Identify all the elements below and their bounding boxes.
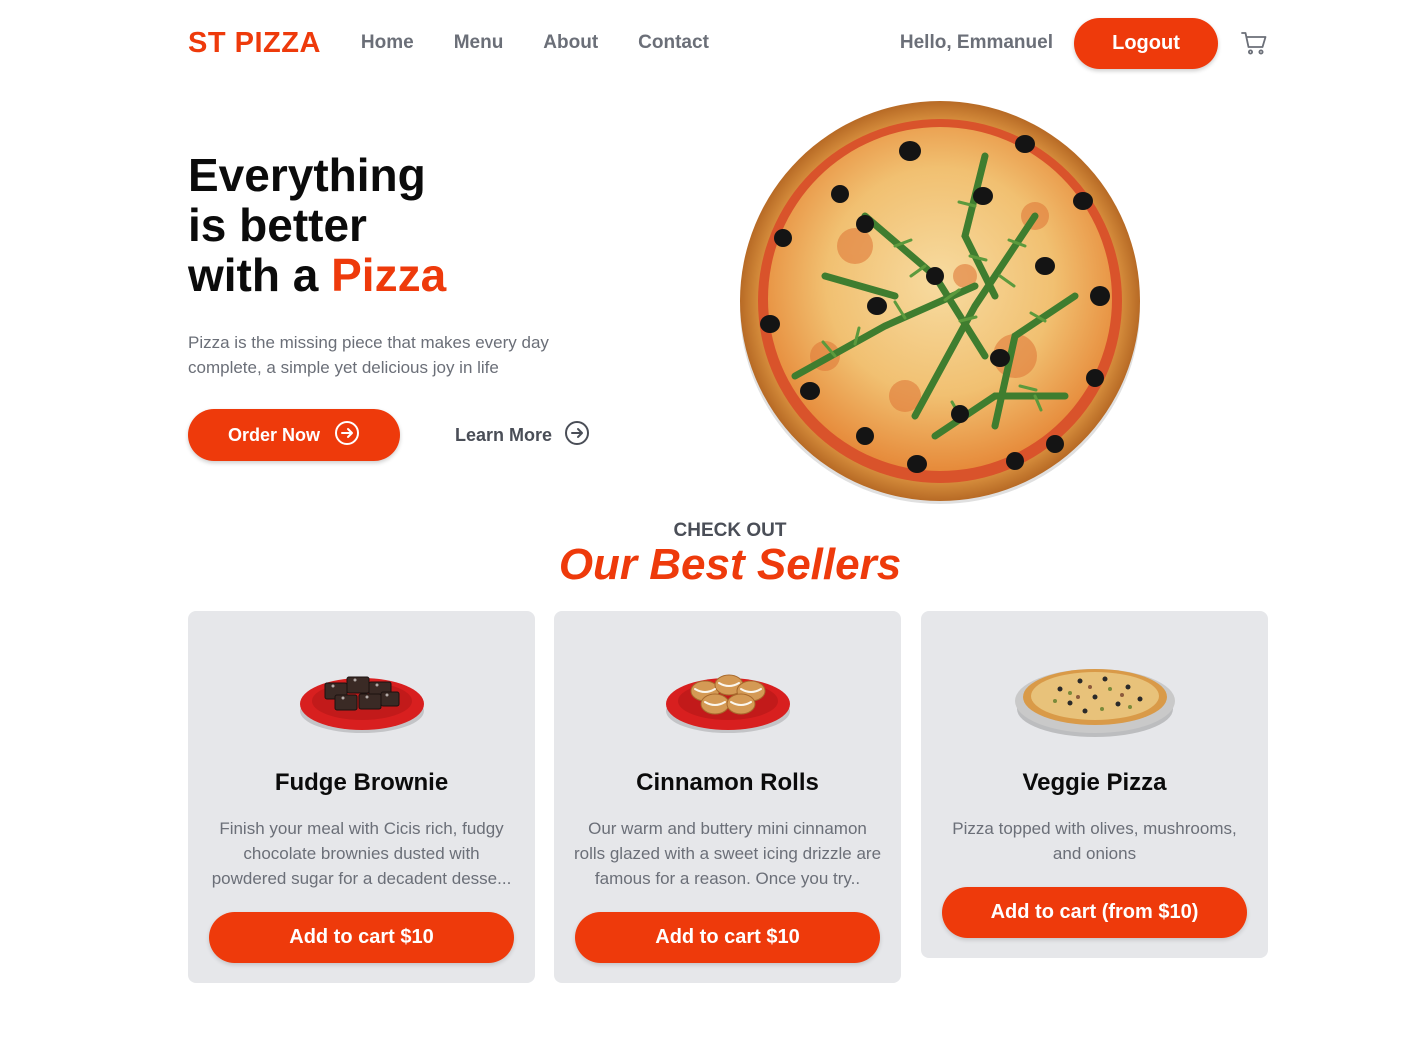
- hero-pizza-image: [740, 101, 1140, 504]
- nav-links: Home Menu About Contact: [361, 32, 709, 54]
- section-title: Our Best Sellers: [558, 540, 902, 589]
- product-card-veggie-pizza: Veggie Pizza Pizza topped with olives, m…: [921, 611, 1268, 958]
- product-description: Pizza topped with olives, mushrooms, and…: [952, 819, 1237, 863]
- nav-link-menu[interactable]: Menu: [454, 32, 504, 54]
- learn-more-label: Learn More: [455, 424, 553, 445]
- nav-link-home[interactable]: Home: [361, 32, 414, 54]
- product-image: [1014, 669, 1175, 737]
- site-logo[interactable]: ST PIZZA: [188, 27, 321, 60]
- section-kicker: CHECK OUT: [673, 520, 787, 541]
- add-to-cart-button[interactable]: Add to cart $10: [575, 912, 880, 963]
- nav-link-about[interactable]: About: [543, 32, 598, 54]
- cart-icon[interactable]: [1240, 29, 1268, 57]
- user-greeting: Hello, Emmanuel: [899, 32, 1053, 53]
- hero-title-line3-prefix: with a: [188, 249, 319, 301]
- product-name: Cinnamon Rolls: [636, 769, 819, 796]
- add-to-cart-button[interactable]: Add to cart $10: [209, 912, 514, 963]
- product-card-cinnamon-rolls: Cinnamon Rolls Our warm and buttery mini…: [554, 611, 901, 983]
- product-description: Finish your meal with Cicis rich, fudgy …: [211, 819, 512, 888]
- hero-subtitle: Pizza is the missing piece that makes ev…: [188, 333, 549, 377]
- product-name: Fudge Brownie: [274, 769, 449, 796]
- product-description: Our warm and buttery mini cinnamon rolls…: [573, 819, 882, 888]
- navbar: ST PIZZA Home Menu About Contact Hello, …: [188, 17, 1268, 69]
- nav-user-area: Hello, Emmanuel Logout: [899, 17, 1268, 69]
- logout-button[interactable]: Logout: [1074, 17, 1218, 69]
- add-to-cart-button[interactable]: Add to cart (from $10): [942, 887, 1247, 938]
- learn-more-button[interactable]: Learn More: [455, 417, 590, 453]
- arrow-circle-right-icon: [564, 420, 590, 451]
- product-image: [665, 674, 790, 733]
- hero-title-line1: Everything: [188, 149, 426, 201]
- product-image: [299, 676, 424, 733]
- hero-title: Everything is better with a Pizza: [188, 150, 446, 300]
- order-now-button[interactable]: Order Now: [188, 409, 400, 461]
- hero-title-accent: Pizza: [331, 249, 447, 301]
- product-name: Veggie Pizza: [1022, 769, 1167, 796]
- arrow-circle-right-icon: [334, 420, 360, 451]
- hero-title-line2: is better: [188, 199, 367, 251]
- product-card-fudge-brownie: Fudge Brownie Finish your meal with Cici…: [188, 611, 535, 983]
- order-now-label: Order Now: [227, 424, 320, 445]
- nav-link-contact[interactable]: Contact: [638, 32, 709, 54]
